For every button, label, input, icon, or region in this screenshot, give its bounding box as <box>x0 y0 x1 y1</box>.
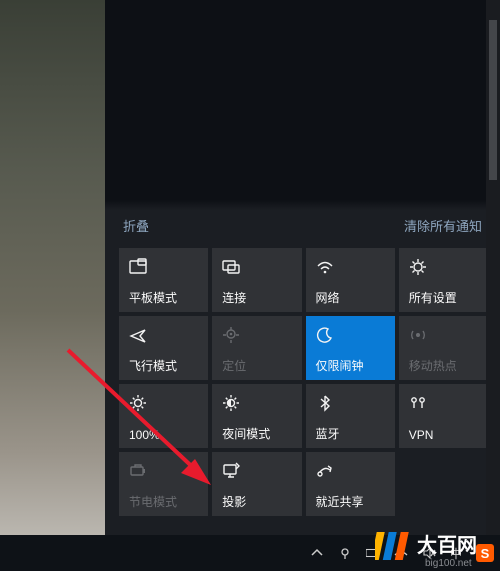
quick-action-grid: 平板模式 连接 网络 所有设置飞行模式 定位 仅限闹钟 移动热点 100% 夜间模式 蓝牙 VPN 节… <box>119 248 488 516</box>
location-icon <box>222 326 240 344</box>
tile-label: 平板模式 <box>129 289 200 306</box>
tile-label: 夜间模式 <box>222 425 293 442</box>
tile-location[interactable]: 定位 <box>212 316 301 380</box>
tile-alarms-only[interactable]: 仅限闹钟 <box>306 316 395 380</box>
tile-label: 仅限闹钟 <box>316 357 387 374</box>
tile-brightness-100[interactable]: 100% <box>119 384 208 448</box>
tablet-icon <box>129 258 147 276</box>
tile-label: 移动热点 <box>409 357 480 374</box>
hotspot-icon <box>409 326 427 344</box>
tile-label: VPN <box>409 428 480 442</box>
tile-bluetooth[interactable]: 蓝牙 <box>306 384 395 448</box>
tile-label: 网络 <box>316 289 387 306</box>
desktop-wallpaper <box>0 0 105 565</box>
tile-project[interactable]: 投影 <box>212 452 301 516</box>
taskbar: 中 S <box>0 535 500 571</box>
tile-mobile-hotspot[interactable]: 移动热点 <box>399 316 488 380</box>
tile-label: 所有设置 <box>409 289 480 306</box>
tray-ime-indicator[interactable]: 中 <box>450 545 462 562</box>
project-icon <box>222 462 240 480</box>
wifi-icon <box>316 258 334 276</box>
tile-nearby-sharing[interactable]: 就近共享 <box>306 452 395 516</box>
tile-label: 飞行模式 <box>129 357 200 374</box>
scrollbar-thumb[interactable] <box>489 20 497 180</box>
brightness-icon <box>129 394 147 412</box>
tile-label: 投影 <box>222 493 293 510</box>
bluetooth-icon <box>316 394 334 412</box>
tile-network[interactable]: 网络 <box>306 248 395 312</box>
tray-battery-icon[interactable] <box>366 546 380 560</box>
tile-connect[interactable]: 连接 <box>212 248 301 312</box>
tile-airplane-mode[interactable]: 飞行模式 <box>119 316 208 380</box>
share-icon <box>316 462 334 480</box>
gear-icon <box>409 258 427 276</box>
tray-sogou-icon[interactable]: S <box>476 544 494 562</box>
tile-label: 100% <box>129 428 200 442</box>
action-center-header: 折叠 清除所有通知 <box>105 210 500 240</box>
tray-icon-1[interactable] <box>338 546 352 560</box>
tile-vpn[interactable]: VPN <box>399 384 488 448</box>
system-tray: 中 S <box>310 544 500 562</box>
tile-battery-saver[interactable]: 节电模式 <box>119 452 208 516</box>
moon-icon <box>316 326 334 344</box>
connect-icon <box>222 258 240 276</box>
tile-label: 节电模式 <box>129 493 200 510</box>
tray-overflow-chevron[interactable] <box>310 546 324 560</box>
action-center-panel: 折叠 清除所有通知 平板模式 连接 网络 所有设置飞行模式 定位 仅限闹钟 移动热点 100%… <box>105 0 500 535</box>
tile-label: 蓝牙 <box>316 425 387 442</box>
airplane-icon <box>129 326 147 344</box>
collapse-link[interactable]: 折叠 <box>123 216 149 235</box>
vpn-icon <box>409 394 427 412</box>
vertical-scrollbar[interactable] <box>486 0 500 535</box>
clear-all-link[interactable]: 清除所有通知 <box>404 216 482 235</box>
tile-all-settings[interactable]: 所有设置 <box>399 248 488 312</box>
tile-tablet-mode[interactable]: 平板模式 <box>119 248 208 312</box>
tile-night-light[interactable]: 夜间模式 <box>212 384 301 448</box>
tray-network-icon[interactable] <box>394 546 408 560</box>
tray-volume-icon[interactable] <box>422 546 436 560</box>
battery-icon <box>129 462 147 480</box>
tile-label: 就近共享 <box>316 493 387 510</box>
nightlight-icon <box>222 394 240 412</box>
tile-label: 定位 <box>222 357 293 374</box>
tile-label: 连接 <box>222 289 293 306</box>
